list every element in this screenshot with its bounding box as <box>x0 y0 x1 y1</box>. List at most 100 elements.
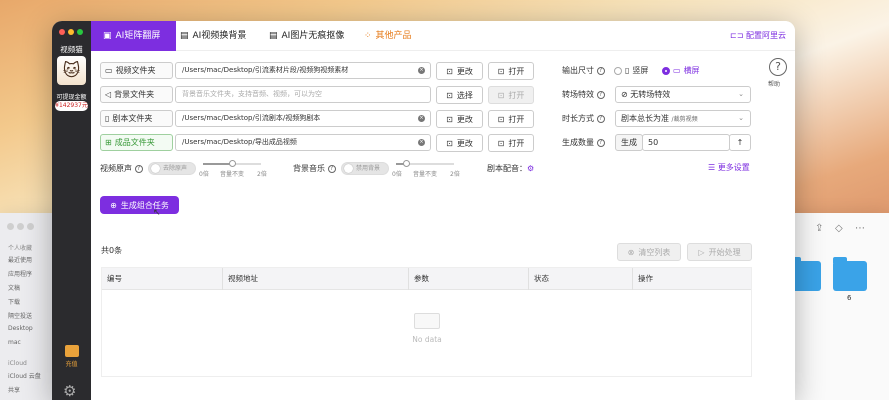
grid-icon: ▣ <box>103 31 112 41</box>
clear-list-button[interactable]: ⊗ 清空列表 <box>617 243 681 261</box>
th-status: 状态 <box>528 268 632 290</box>
finder-item[interactable]: 文稿 <box>8 283 20 292</box>
gear-icon[interactable]: ⚙ <box>527 164 534 173</box>
generate-task-button[interactable]: ⊕ 生成组合任务 <box>100 196 179 214</box>
tick-label: 0倍 <box>199 171 209 178</box>
tag-icon[interactable]: ◇ <box>835 223 843 234</box>
more-icon[interactable]: ⋯ <box>855 223 865 234</box>
balance-value: ¥142937元 <box>55 101 88 111</box>
arrow-up-icon[interactable]: ↑ <box>729 134 751 151</box>
start-process-button[interactable]: ▷ 开始处理 <box>687 243 752 261</box>
script-folder-open-button[interactable]: ⊡ 打开 <box>488 110 534 128</box>
script-folder-change-button[interactable]: ⊡ 更改 <box>436 110 483 128</box>
bgm-folder-path[interactable]: 背景音乐文件夹，支持音频、视频，可以为空 <box>175 86 431 103</box>
radio-circle-selected <box>662 66 670 75</box>
app-window: 视频猫 🐱 可提现金额 ¥142937元 充值 ⚙ ▣ AI矩阵翻屏 ▤ AI视频换… <box>52 21 795 400</box>
original-volume-slider[interactable] <box>203 160 261 167</box>
bgm-label: 背景音乐 ? <box>293 160 336 177</box>
disable-bgm-toggle[interactable]: 禁用背景 <box>341 162 389 175</box>
minimize-dot[interactable] <box>68 29 74 35</box>
finder-item[interactable]: Desktop <box>8 325 33 332</box>
duration-mode-select[interactable]: 剧本总长为准 /裁剪视频 ⌄ <box>615 110 751 127</box>
slider-knob[interactable] <box>229 160 236 167</box>
finder-min-dot[interactable] <box>17 223 24 230</box>
video-folder-path[interactable]: /Users/mac/Desktop/引流素材片段/视频狗视频素材 × <box>175 62 431 79</box>
duration-mode-label: 时长方式 ? <box>562 110 605 127</box>
th-id: 编号 <box>107 274 122 283</box>
help-icon[interactable]: ? <box>327 164 336 173</box>
radio-circle <box>614 66 622 75</box>
bgm-volume-slider[interactable] <box>396 160 454 167</box>
remove-original-toggle[interactable]: 去除原声 <box>148 162 196 175</box>
finder-item[interactable]: 共享 <box>8 385 20 394</box>
tick-label: 2倍 <box>450 171 460 178</box>
video-folder-change-button[interactable]: ⊡ 更改 <box>436 62 483 80</box>
more-settings-link[interactable]: ☰ 更多设置 <box>708 159 750 176</box>
tab-other-products[interactable]: ⁘ 其他产品 <box>364 21 412 51</box>
config-aliyun-link[interactable]: ⊏⊐ 配置阿里云 <box>730 21 786 51</box>
charge-label: 充值 <box>65 361 78 368</box>
finder-item[interactable]: 最近使用 <box>8 255 32 264</box>
folder-icon[interactable] <box>833 257 867 291</box>
folder-icon: ⊡ <box>446 138 453 148</box>
empty-state: No data <box>402 313 452 344</box>
tab-image-cutout[interactable]: ▤ AI图片无痕抠像 <box>269 21 344 51</box>
tab-ai-matrix[interactable]: ▣ AI矩阵翻屏 <box>91 21 176 51</box>
video-folder-label: ▭ 视频文件夹 <box>100 62 173 79</box>
tick-label: 音量不变 <box>413 171 438 178</box>
th-video-url: 视频地址 <box>222 268 408 290</box>
output-folder-path[interactable]: /Users/mac/Desktop/导出成品视频 × <box>175 134 431 151</box>
charge-button[interactable]: 充值 <box>61 345 82 371</box>
help-icon[interactable]: ? <box>596 138 605 147</box>
finder-max-dot[interactable] <box>27 223 34 230</box>
app-logo: 🐱 <box>57 56 86 85</box>
finder-item[interactable]: 隔空投送 <box>8 311 32 320</box>
finder-item[interactable]: 应用程序 <box>8 269 32 278</box>
close-dot[interactable] <box>59 29 65 35</box>
th-actions: 操作 <box>632 268 751 290</box>
finder-item[interactable]: iCloud 云盘 <box>8 371 41 380</box>
gen-count-prefix: 生成 <box>615 134 643 151</box>
gen-count-input[interactable]: 50 <box>642 134 730 151</box>
folder-icon: ⊡ <box>446 90 453 100</box>
app-sidebar: 视频猫 🐱 可提现金额 ¥142937元 充值 ⚙ <box>52 21 91 400</box>
share-icon[interactable]: ⇪ <box>815 223 823 234</box>
tick-label: 0倍 <box>392 171 402 178</box>
finder-item[interactable]: 下载 <box>8 297 20 306</box>
bgm-folder-select-button[interactable]: ⊡ 选择 <box>436 86 483 104</box>
radio-portrait[interactable]: ▯ 竖屏 <box>614 62 648 79</box>
plus-box-icon: ⊞ <box>105 138 112 147</box>
finder-item[interactable]: mac <box>8 339 21 346</box>
help-icon[interactable]: ? <box>596 114 605 123</box>
output-folder-change-button[interactable]: ⊡ 更改 <box>436 134 483 152</box>
folder-icon: ⊡ <box>446 66 453 76</box>
video-folder-open-button[interactable]: ⊡ 打开 <box>488 62 534 80</box>
transition-label: 转场特效 ? <box>562 86 605 103</box>
gear-icon[interactable]: ⚙ <box>63 382 76 400</box>
task-table: 编号 视频地址 参数 状态 操作 No data <box>101 267 752 377</box>
clear-icon[interactable]: × <box>418 67 425 74</box>
help-icon[interactable]: ? <box>596 90 605 99</box>
no-entry-icon: ⊘ <box>621 90 628 99</box>
slider-knob[interactable] <box>403 160 411 167</box>
output-folder-label: ⊞ 成品文件夹 <box>100 134 173 151</box>
script-folder-path[interactable]: /Users/mac/Desktop/引流剧本/视频狗剧本 × <box>175 110 431 127</box>
transition-select[interactable]: ⊘ 无转场特效 ⌄ <box>615 86 751 103</box>
help-icon[interactable]: ? <box>596 66 605 75</box>
script-folder-label: ▯ 剧本文件夹 <box>100 110 173 127</box>
maximize-dot[interactable] <box>77 29 83 35</box>
clear-icon[interactable]: × <box>418 115 425 122</box>
table-header: 编号 视频地址 参数 状态 操作 <box>102 268 751 290</box>
output-size-label: 输出尺寸 ? <box>562 62 605 79</box>
bgm-folder-open-button[interactable]: ⊡ 打开 <box>488 86 534 104</box>
help-icon[interactable]: ? <box>769 58 787 76</box>
speaker-icon: ◁ <box>105 90 112 99</box>
finder-close-dot[interactable] <box>7 223 14 230</box>
gen-count-label: 生成数量 ? <box>562 134 605 151</box>
help-icon[interactable]: ? <box>134 164 143 173</box>
radio-landscape[interactable]: ▭ 横屏 <box>662 62 700 79</box>
output-folder-open-button[interactable]: ⊡ 打开 <box>488 134 534 152</box>
folder-icon: ⊡ <box>446 114 453 124</box>
clear-icon[interactable]: × <box>418 139 425 146</box>
tab-video-background[interactable]: ▤ AI视频换背景 <box>180 21 246 51</box>
